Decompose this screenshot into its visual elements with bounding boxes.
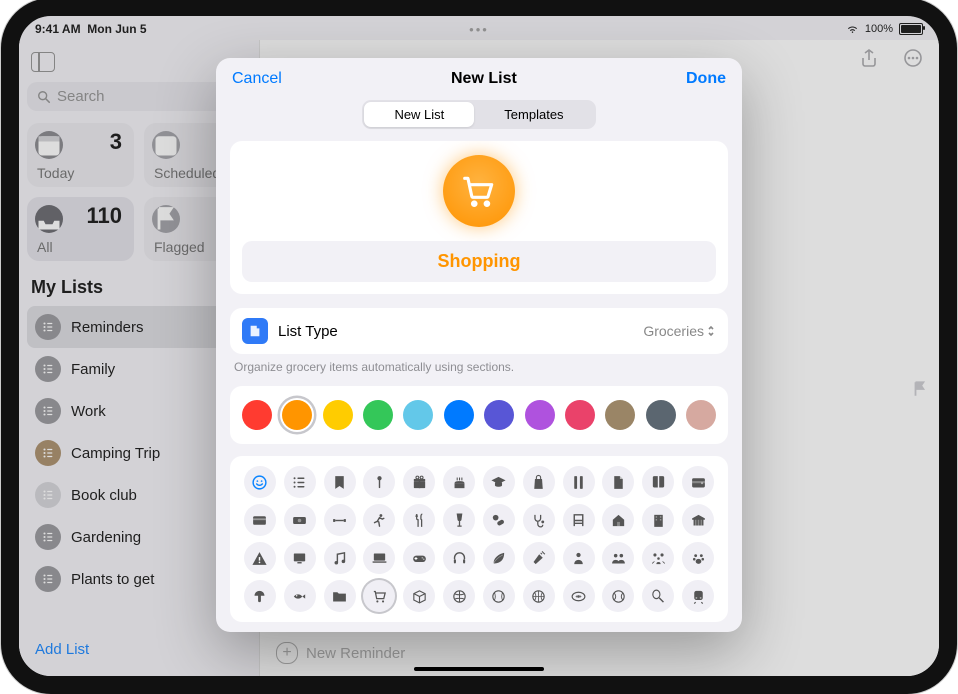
list-preview-icon — [443, 155, 515, 227]
color-swatch[interactable] — [442, 398, 476, 432]
modal-title: New List — [451, 70, 517, 88]
tabs-segmented[interactable]: New List Templates — [362, 100, 595, 129]
tennis-icon[interactable] — [602, 580, 634, 612]
gift-icon[interactable] — [403, 466, 435, 498]
money-icon[interactable] — [284, 504, 316, 536]
card-icon[interactable] — [244, 504, 276, 536]
comp-icon[interactable] — [363, 542, 395, 574]
run-icon[interactable] — [363, 504, 395, 536]
racket-icon[interactable] — [642, 580, 674, 612]
book-icon[interactable] — [642, 466, 674, 498]
cart-icon — [460, 172, 498, 210]
list-type-icon — [242, 318, 268, 344]
chevron-updown-icon — [706, 324, 716, 338]
phones-icon[interactable] — [443, 542, 475, 574]
ruler-icon[interactable] — [563, 466, 595, 498]
color-swatch[interactable] — [523, 398, 557, 432]
done-button[interactable]: Done — [686, 70, 726, 88]
color-swatch[interactable] — [603, 398, 637, 432]
tab-templates[interactable]: Templates — [474, 102, 593, 127]
color-swatch[interactable] — [240, 398, 274, 432]
tab-new-list[interactable]: New List — [364, 102, 474, 127]
list-type-label: List Type — [278, 323, 338, 340]
pin-icon[interactable] — [363, 466, 395, 498]
icon-picker — [230, 456, 728, 622]
baseball-icon[interactable] — [483, 580, 515, 612]
box-icon[interactable] — [403, 580, 435, 612]
bag-icon[interactable] — [523, 466, 555, 498]
ball-icon[interactable] — [443, 580, 475, 612]
cart-icon[interactable] — [363, 580, 395, 612]
list-type-hint: Organize grocery items automatically usi… — [234, 360, 724, 374]
list-type-row[interactable]: List Type Groceries — [230, 308, 728, 354]
color-swatch[interactable] — [563, 398, 597, 432]
football-icon[interactable] — [563, 580, 595, 612]
mush-icon[interactable] — [244, 580, 276, 612]
list-icon[interactable] — [284, 466, 316, 498]
building-icon[interactable] — [642, 504, 674, 536]
smile-icon[interactable] — [244, 466, 276, 498]
warn-icon[interactable] — [244, 542, 276, 574]
cake-icon[interactable] — [443, 466, 475, 498]
train-icon[interactable] — [682, 580, 714, 612]
color-swatch[interactable] — [482, 398, 516, 432]
color-swatch[interactable] — [684, 398, 718, 432]
person-icon[interactable] — [563, 542, 595, 574]
game-icon[interactable] — [403, 542, 435, 574]
carrot-icon[interactable] — [523, 542, 555, 574]
house-icon[interactable] — [602, 504, 634, 536]
color-swatch[interactable] — [361, 398, 395, 432]
home-indicator[interactable] — [414, 667, 544, 671]
steth-icon[interactable] — [523, 504, 555, 536]
color-swatch[interactable] — [401, 398, 435, 432]
people2-icon[interactable] — [602, 542, 634, 574]
bank-icon[interactable] — [682, 504, 714, 536]
color-swatch[interactable] — [644, 398, 678, 432]
new-list-modal: Cancel New List Done New List Templates … — [216, 58, 742, 632]
music-icon[interactable] — [324, 542, 356, 574]
wallet-icon[interactable] — [682, 466, 714, 498]
fish-icon[interactable] — [284, 580, 316, 612]
leaf-icon[interactable] — [483, 542, 515, 574]
cancel-button[interactable]: Cancel — [232, 70, 282, 88]
color-swatch[interactable] — [280, 398, 314, 432]
dumbbell-icon[interactable] — [324, 504, 356, 536]
bball-icon[interactable] — [523, 580, 555, 612]
bookmark-icon[interactable] — [324, 466, 356, 498]
tv-icon[interactable] — [284, 542, 316, 574]
grad-icon[interactable] — [483, 466, 515, 498]
color-swatch[interactable] — [321, 398, 355, 432]
pills-icon[interactable] — [483, 504, 515, 536]
chair-icon[interactable] — [563, 504, 595, 536]
folder-icon[interactable] — [324, 580, 356, 612]
color-picker — [230, 386, 728, 444]
family-icon[interactable] — [642, 542, 674, 574]
wine-icon[interactable] — [443, 504, 475, 536]
list-type-value: Groceries — [643, 323, 704, 339]
paw-icon[interactable] — [682, 542, 714, 574]
list-name-input[interactable] — [242, 241, 716, 282]
doc-icon[interactable] — [602, 466, 634, 498]
fork-icon[interactable] — [403, 504, 435, 536]
